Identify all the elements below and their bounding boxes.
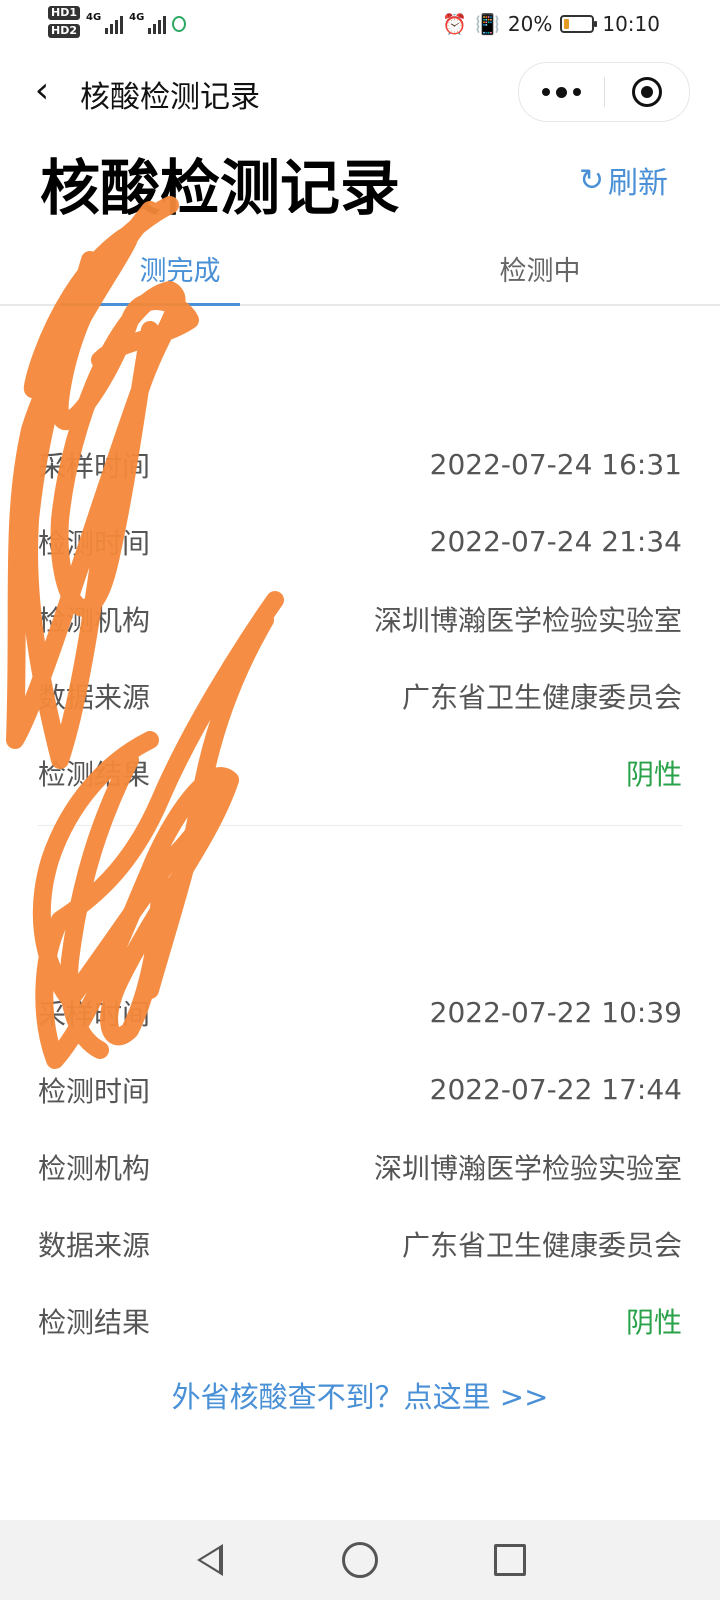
person-name (38, 884, 682, 944)
hd-badge-2: HD2 (48, 24, 80, 38)
capsule-menu (518, 62, 690, 122)
battery-icon (560, 15, 598, 33)
tab-bar: 测完成 检测中 (0, 232, 720, 306)
status-left: HD1 HD2 4G 4G (48, 6, 187, 38)
record-row: 检测时间 2022-07-24 21:34 (38, 503, 682, 580)
record-row: 检测机构 深圳博瀚医学检验实验室 (38, 1128, 682, 1205)
row-label: 检测结果 (38, 757, 151, 791)
other-province-link[interactable]: 外省核酸查不到？点这里 >> (0, 1374, 720, 1416)
result-negative: 阴性 (625, 1305, 682, 1339)
clock: 10:10 (602, 12, 660, 36)
row-label: 检测机构 (38, 1151, 151, 1185)
more-dots-icon[interactable] (519, 63, 604, 121)
vibrate-icon: 📳 (475, 12, 500, 36)
row-value: 2022-07-24 16:31 (429, 448, 682, 481)
signal-icon-2: 4G (129, 12, 167, 34)
nav-bar: ‹ 核酸检测记录 (0, 58, 720, 122)
record-row: 检测结果 阴性 (38, 734, 682, 811)
page-title: 核酸检测记录 (40, 154, 400, 224)
row-value: 广东省卫生健康委员会 (401, 1228, 682, 1262)
status-bar: HD1 HD2 4G 4G ⏰ 📳 20% 10:10 (0, 0, 720, 50)
record-card: 采样时间 2022-07-24 16:31 检测时间 2022-07-24 21… (38, 336, 682, 826)
row-label: 采样时间 (38, 997, 151, 1031)
nav-title: 核酸检测记录 (80, 80, 260, 115)
row-value: 2022-07-22 10:39 (429, 996, 682, 1029)
row-label: 检测时间 (38, 526, 151, 560)
target-close-icon[interactable] (605, 63, 690, 121)
row-label: 检测结果 (38, 1305, 151, 1339)
record-row: 检测机构 深圳博瀚医学检验实验室 (38, 580, 682, 657)
row-value: 深圳博瀚医学检验实验室 (373, 603, 682, 637)
tab-completed[interactable]: 测完成 (0, 232, 360, 306)
record-row: 检测时间 2022-07-22 17:44 (38, 1051, 682, 1128)
row-value: 深圳博瀚医学检验实验室 (373, 1151, 682, 1185)
battery-percent: 20% (507, 12, 553, 36)
record-row: 数据来源 广东省卫生健康委员会 (38, 1205, 682, 1282)
refresh-icon: ↻ (578, 162, 604, 198)
signal-icon: 4G (86, 12, 124, 34)
row-value: 2022-07-22 17:44 (429, 1073, 682, 1106)
result-negative: 阴性 (625, 757, 682, 791)
record-row: 数据来源 广东省卫生健康委员会 (38, 657, 682, 734)
alarm-icon: ⏰ (442, 12, 467, 36)
leaf-icon (172, 16, 187, 32)
row-label: 检测时间 (38, 1074, 151, 1108)
home-circle-icon[interactable] (340, 1540, 380, 1580)
refresh-label: 刷新 (608, 166, 668, 201)
status-right: ⏰ 📳 20% 10:10 (442, 12, 660, 36)
person-name (38, 336, 682, 396)
record-card: 采样时间 2022-07-22 10:39 检测时间 2022-07-22 17… (38, 884, 682, 1359)
row-value: 广东省卫生健康委员会 (401, 680, 682, 714)
hd-badge-1: HD1 (48, 6, 80, 20)
refresh-button[interactable]: ↻ 刷新 (579, 158, 668, 202)
back-triangle-icon[interactable] (190, 1540, 230, 1580)
divider (38, 825, 682, 826)
tab-in-progress[interactable]: 检测中 (360, 232, 720, 304)
row-label: 检测机构 (38, 603, 151, 637)
system-nav-bar (0, 1520, 720, 1600)
row-label: 采样时间 (38, 449, 151, 483)
record-row: 检测结果 阴性 (38, 1282, 682, 1359)
chevron-left-icon[interactable]: ‹ (24, 70, 60, 111)
record-row: 采样时间 2022-07-24 16:31 (38, 426, 682, 503)
row-value: 2022-07-24 21:34 (429, 525, 682, 558)
row-label: 数据来源 (38, 1228, 151, 1262)
recents-square-icon[interactable] (490, 1540, 530, 1580)
record-row: 采样时间 2022-07-22 10:39 (38, 974, 682, 1051)
row-label: 数据来源 (38, 680, 151, 714)
